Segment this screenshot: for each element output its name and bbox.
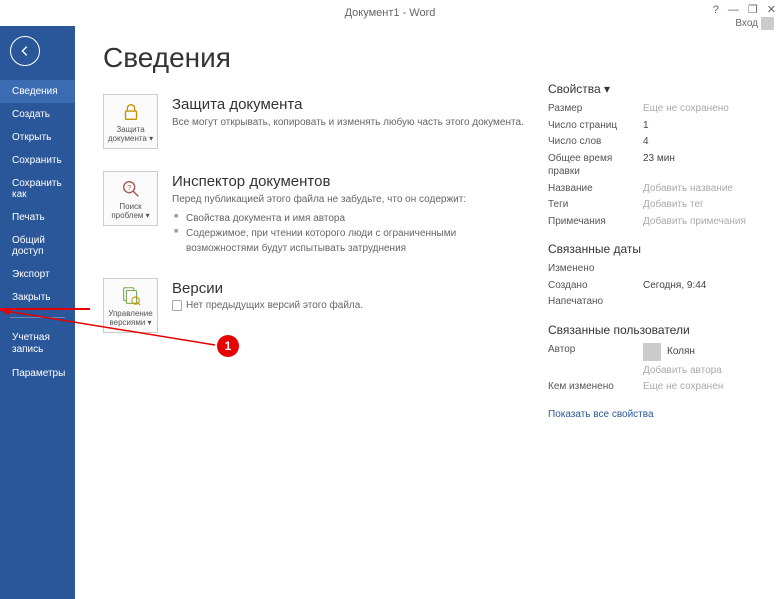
sidebar-item-info[interactable]: Сведения	[0, 80, 75, 103]
title-bar: Документ1 - Word ? — ❐ ✕ Вход	[0, 0, 780, 26]
inspect-item: Свойства документа и имя автора	[172, 211, 530, 226]
login-link[interactable]: Вход	[735, 17, 774, 30]
backstage-sidebar: Сведения Создать Открыть Сохранить Сохра…	[0, 26, 75, 599]
help-icon[interactable]: ?	[713, 4, 719, 16]
sidebar-item-open[interactable]: Открыть	[0, 126, 75, 149]
inspect-title: Инспектор документов	[172, 173, 530, 190]
protect-desc: Все могут открывать, копировать и изменя…	[172, 116, 530, 130]
sidebar-item-account[interactable]: Учетная запись	[0, 326, 75, 362]
protect-section: Защита документа ▾ Защита документа Все …	[103, 94, 530, 149]
related-users-head: Связанные пользователи	[548, 323, 760, 337]
sidebar-item-export[interactable]: Экспорт	[0, 263, 75, 286]
no-versions-text: Нет предыдущих версий этого файла.	[172, 300, 530, 311]
author-label: Автор	[548, 343, 643, 361]
date-row: Напечатано	[548, 295, 760, 309]
prop-value[interactable]: Добавить название	[643, 182, 733, 196]
versions-title: Версии	[172, 280, 530, 297]
show-all-properties-link[interactable]: Показать все свойства	[548, 409, 654, 420]
lock-icon	[120, 101, 142, 123]
properties-panel: Свойства ▾ РазмерЕще не сохраненоЧисло с…	[530, 42, 760, 579]
prop-value[interactable]: Добавить примечания	[643, 215, 746, 229]
property-row: НазваниеДобавить название	[548, 182, 760, 196]
inspect-icon: ?	[120, 178, 142, 200]
protect-title: Защита документа	[172, 96, 530, 113]
inspect-item: Содержимое, при чтении которого люди с о…	[172, 226, 530, 256]
restore-icon[interactable]: ❐	[748, 3, 758, 16]
add-author-link[interactable]: Добавить автора	[643, 364, 722, 378]
related-dates-head: Связанные даты	[548, 242, 760, 256]
property-row: Общее время правки23 мин	[548, 152, 760, 179]
close-icon[interactable]: ✕	[767, 3, 776, 16]
prop-value: 23 мин	[643, 152, 675, 179]
sidebar-item-new[interactable]: Создать	[0, 103, 75, 126]
sidebar-item-saveas[interactable]: Сохранить как	[0, 172, 75, 206]
protect-document-button[interactable]: Защита документа ▾	[103, 94, 158, 149]
sidebar-item-print[interactable]: Печать	[0, 206, 75, 229]
date-row: СозданоСегодня, 9:44	[548, 279, 760, 293]
prop-value[interactable]: Добавить тег	[643, 198, 704, 212]
page-title: Сведения	[103, 42, 530, 74]
property-row: ТегиДобавить тег	[548, 198, 760, 212]
avatar-icon	[761, 17, 774, 30]
property-row: РазмерЕще не сохранено	[548, 102, 760, 116]
window-controls: ? — ❐ ✕	[713, 3, 776, 16]
document-icon	[172, 300, 182, 311]
arrow-left-icon	[18, 44, 32, 58]
prop-value: 1	[643, 119, 649, 133]
inspect-desc: Перед публикацией этого файла не забудьт…	[172, 193, 530, 207]
sidebar-item-options[interactable]: Параметры	[0, 362, 75, 385]
prop-key: Число слов	[548, 135, 643, 149]
properties-dropdown[interactable]: Свойства ▾	[548, 82, 760, 96]
property-row: Число слов4	[548, 135, 760, 149]
date-key: Напечатано	[548, 295, 643, 309]
prop-value[interactable]: Еще не сохранено	[643, 102, 729, 116]
annotation-badge: 1	[217, 335, 239, 357]
prop-key: Примечания	[548, 215, 643, 229]
prop-key: Размер	[548, 102, 643, 116]
svg-text:?: ?	[127, 182, 131, 191]
inspect-section: ? Поиск проблем ▾ Инспектор документов П…	[103, 171, 530, 256]
sidebar-item-save[interactable]: Сохранить	[0, 149, 75, 172]
prop-value: 4	[643, 135, 649, 149]
prop-key: Теги	[548, 198, 643, 212]
versions-icon	[120, 285, 142, 307]
prop-key: Название	[548, 182, 643, 196]
sidebar-divider	[10, 317, 65, 318]
date-value: Сегодня, 9:44	[643, 279, 706, 293]
date-key: Создано	[548, 279, 643, 293]
author-name: Колян	[667, 345, 695, 359]
property-row: ПримечанияДобавить примечания	[548, 215, 760, 229]
prop-key: Число страниц	[548, 119, 643, 133]
date-key: Изменено	[548, 262, 643, 276]
versions-section: Управление версиями ▾ Версии Нет предыду…	[103, 278, 530, 333]
check-issues-button[interactable]: ? Поиск проблем ▾	[103, 171, 158, 226]
date-row: Изменено	[548, 262, 760, 276]
minimize-icon[interactable]: —	[728, 4, 739, 16]
sidebar-item-close[interactable]: Закрыть	[0, 286, 75, 309]
property-row: Число страниц1	[548, 119, 760, 133]
author-avatar-icon	[643, 343, 661, 361]
modified-by-label: Кем изменено	[548, 380, 643, 394]
sidebar-item-share[interactable]: Общий доступ	[0, 229, 75, 263]
back-button[interactable]	[10, 36, 40, 66]
modified-by-value: Еще не сохранен	[643, 380, 723, 394]
document-title: Документ1 - Word	[345, 7, 436, 19]
manage-versions-button[interactable]: Управление версиями ▾	[103, 278, 158, 333]
prop-key: Общее время правки	[548, 152, 643, 179]
